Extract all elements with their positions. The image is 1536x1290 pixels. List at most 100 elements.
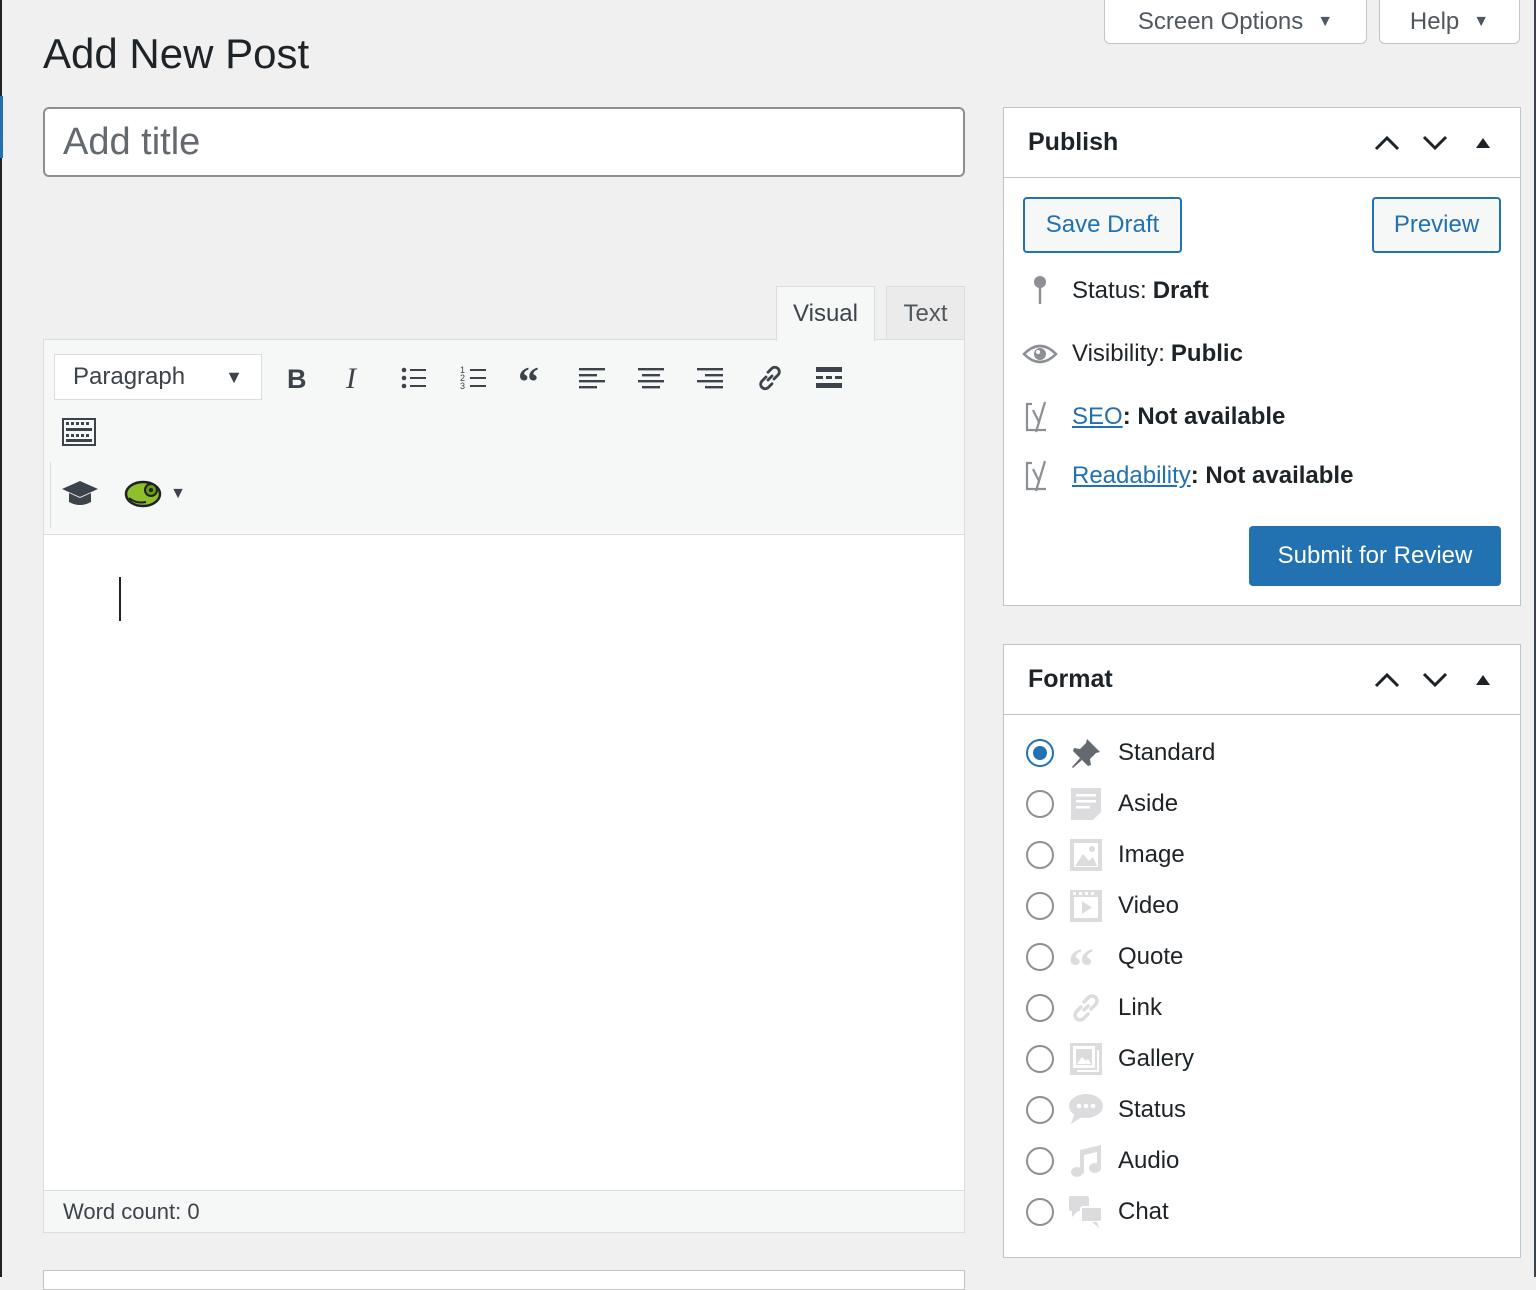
tab-text[interactable]: Text xyxy=(886,286,965,340)
chevron-down-icon xyxy=(1422,672,1448,687)
save-draft-button[interactable]: Save Draft xyxy=(1023,197,1182,253)
format-label: Audio xyxy=(1118,1147,1180,1174)
move-down-button[interactable] xyxy=(1420,128,1450,158)
svg-text:“: “ xyxy=(1069,940,1094,974)
eye-icon xyxy=(1022,336,1058,372)
move-up-button[interactable] xyxy=(1372,665,1402,695)
text-cursor xyxy=(119,577,121,621)
read-more-button[interactable] xyxy=(809,358,849,398)
pin-icon xyxy=(1022,273,1058,309)
read-more-icon xyxy=(816,367,842,388)
format-box: Format Standard Aside Image Video “ Quot… xyxy=(1003,644,1521,1258)
format-option-status[interactable]: Status xyxy=(1026,1088,1186,1132)
radio-button[interactable] xyxy=(1026,1147,1054,1175)
radio-button[interactable] xyxy=(1026,943,1054,971)
tab-visual[interactable]: Visual xyxy=(776,286,875,341)
radio-button[interactable] xyxy=(1026,739,1054,767)
seo-link[interactable]: SEO xyxy=(1072,403,1123,430)
plugin-shortcode-button[interactable]: ▼ xyxy=(120,474,190,514)
bulleted-list-button[interactable] xyxy=(394,358,434,398)
keyboard-icon xyxy=(62,418,96,446)
move-up-button[interactable] xyxy=(1372,128,1402,158)
format-option-aside[interactable]: Aside xyxy=(1026,782,1178,826)
bulleted-list-icon xyxy=(401,367,426,389)
svg-text:3: 3 xyxy=(460,381,465,391)
italic-button[interactable]: I xyxy=(334,358,374,398)
post-title-input[interactable] xyxy=(43,107,965,177)
image-icon xyxy=(1068,837,1104,873)
triangle-up-icon xyxy=(1476,137,1490,148)
aside-icon xyxy=(1068,786,1104,822)
bold-button[interactable]: B xyxy=(276,358,316,398)
svg-text:B: B xyxy=(287,364,307,392)
visibility-label: Visibility: xyxy=(1072,340,1165,367)
format-option-video[interactable]: Video xyxy=(1026,884,1179,928)
radio-button[interactable] xyxy=(1026,841,1054,869)
format-option-audio[interactable]: Audio xyxy=(1026,1139,1179,1183)
move-down-button[interactable] xyxy=(1420,665,1450,695)
align-right-button[interactable] xyxy=(690,358,730,398)
toggle-panel-button[interactable] xyxy=(1468,128,1498,158)
readability-value: : Not available xyxy=(1190,462,1354,489)
align-left-icon xyxy=(579,368,605,389)
format-option-standard[interactable]: Standard xyxy=(1026,731,1215,775)
seo-row: SEO: Not available xyxy=(1022,399,1285,435)
readability-link[interactable]: Readability xyxy=(1072,462,1191,489)
radio-button[interactable] xyxy=(1026,790,1054,818)
yoast-icon xyxy=(1022,399,1058,435)
radio-button[interactable] xyxy=(1026,1096,1054,1124)
radio-button[interactable] xyxy=(1026,994,1054,1022)
next-metabox xyxy=(43,1270,965,1290)
editor-status-bar: Word count: 0 xyxy=(44,1190,964,1232)
graduation-cap-icon xyxy=(62,481,98,505)
page-title: Add New Post xyxy=(43,30,310,77)
chevron-up-icon xyxy=(1374,135,1400,150)
format-label: Quote xyxy=(1118,943,1184,970)
toolbar-divider xyxy=(50,462,51,528)
caret-down-icon: ▼ xyxy=(1317,12,1334,30)
visibility-value: Public xyxy=(1170,340,1243,367)
format-label: Link xyxy=(1118,994,1163,1021)
format-option-gallery[interactable]: Gallery xyxy=(1026,1037,1194,1081)
visibility-row: Visibility: Public xyxy=(1022,336,1243,372)
align-right-icon xyxy=(697,368,723,389)
paragraph-format-select[interactable]: Paragraph ▼ xyxy=(54,354,262,400)
format-label: Gallery xyxy=(1118,1045,1195,1072)
radio-button[interactable] xyxy=(1026,1198,1054,1226)
numbered-list-button[interactable]: 123 xyxy=(454,358,494,398)
format-option-quote[interactable]: “ Quote xyxy=(1026,935,1183,979)
radio-button[interactable] xyxy=(1026,892,1054,920)
format-box-handles xyxy=(1372,665,1498,695)
align-left-button[interactable] xyxy=(572,358,612,398)
radio-button[interactable] xyxy=(1026,1045,1054,1073)
plugin-gear-icon xyxy=(124,480,162,508)
svg-text:“: “ xyxy=(518,364,539,392)
help-label: Help xyxy=(1409,7,1460,35)
publish-box-title: Publish xyxy=(1028,128,1119,156)
pushpin-icon xyxy=(1068,735,1104,771)
format-option-chat[interactable]: Chat xyxy=(1026,1190,1169,1234)
screen-options-button[interactable]: Screen Options ▼ xyxy=(1104,0,1367,44)
publish-box-handles xyxy=(1372,128,1498,158)
insert-link-button[interactable] xyxy=(750,358,790,398)
readability-row: Readability: Not available xyxy=(1022,458,1353,494)
format-label: Video xyxy=(1118,892,1179,919)
format-select-value: Paragraph xyxy=(73,363,186,390)
preview-button[interactable]: Preview xyxy=(1372,197,1501,253)
svg-text:I: I xyxy=(345,364,358,392)
submit-for-review-button[interactable]: Submit for Review xyxy=(1249,526,1501,586)
admin-menu-edge xyxy=(0,0,2,1277)
status-value: Draft xyxy=(1152,277,1209,304)
blockquote-button[interactable]: “ xyxy=(513,358,553,398)
toolbar-toggle-button[interactable] xyxy=(59,412,99,452)
link-icon xyxy=(1068,990,1104,1026)
format-option-image[interactable]: Image xyxy=(1026,833,1185,877)
seo-value: : Not available xyxy=(1122,403,1286,430)
caret-down-icon: ▼ xyxy=(1473,12,1490,30)
align-center-button[interactable] xyxy=(631,358,671,398)
format-option-link[interactable]: Link xyxy=(1026,986,1162,1030)
gallery-icon xyxy=(1068,1041,1104,1077)
toggle-panel-button[interactable] xyxy=(1468,665,1498,695)
learndash-button[interactable] xyxy=(60,474,100,514)
help-button[interactable]: Help ▼ xyxy=(1379,0,1520,44)
